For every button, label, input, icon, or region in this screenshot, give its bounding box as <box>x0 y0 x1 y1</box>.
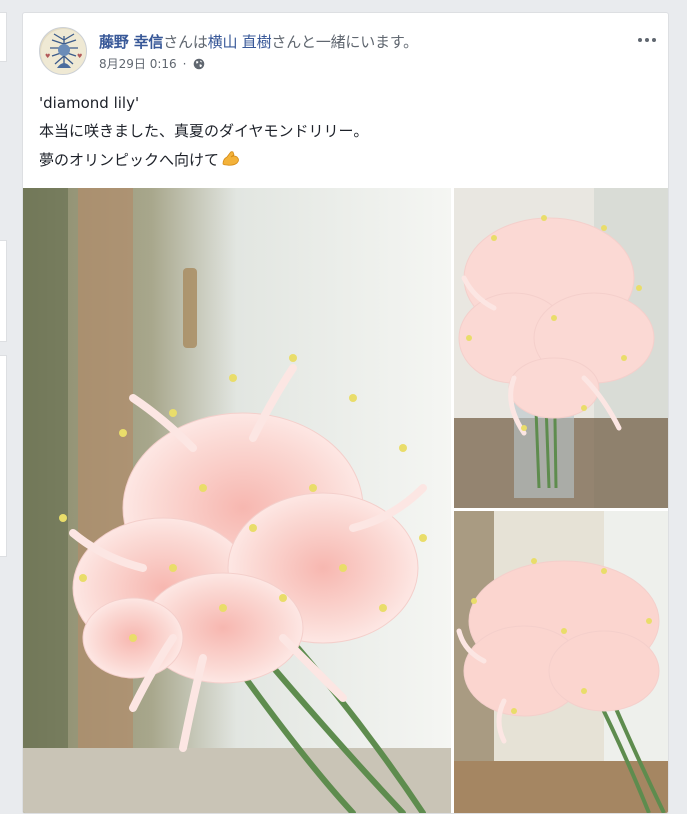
dot <box>645 38 649 42</box>
message-line-3: 夢のオリンピックへ向けて <box>39 149 649 172</box>
photo-grid <box>23 188 668 813</box>
left-column-card-edge <box>0 240 7 342</box>
more-options-icon[interactable] <box>636 35 658 45</box>
flexed-biceps-emoji <box>221 149 241 172</box>
with-suffix-text: さんと一緒にいます。 <box>271 33 418 51</box>
globe-icon[interactable] <box>193 58 205 70</box>
post-title-line: 藤野 幸信さんは横山 直樹さんと一緒にいます。 <box>99 31 418 52</box>
post-timestamp-link[interactable]: 8月29日 0:16 <box>99 55 177 72</box>
left-column-card-edge <box>0 355 7 557</box>
left-column-card-edge <box>0 12 7 62</box>
post-header: ♥ ♥ 藤野 幸信さんは横山 直樹さんと一緒にいます。 8月29日 0:16 · <box>23 13 668 83</box>
pink-nerine-lily-in-vase-photo <box>454 188 668 508</box>
message-line-1: 'diamond lily' <box>39 94 140 112</box>
pink-nerine-lily-closeup-photo <box>454 511 668 813</box>
message-line-3-text: 夢のオリンピックへ向けて <box>39 151 220 169</box>
photo-large[interactable] <box>23 188 451 813</box>
author-name-link[interactable]: 藤野 幸信 <box>99 33 163 51</box>
post-meta: 8月29日 0:16 · <box>99 55 205 72</box>
feed-post: ♥ ♥ 藤野 幸信さんは横山 直樹さんと一緒にいます。 8月29日 0:16 ·… <box>22 12 669 814</box>
separator-dot: · <box>182 56 187 71</box>
dot <box>652 38 656 42</box>
avatar-illustration-icon: ♥ ♥ <box>41 29 86 74</box>
tagged-person-link[interactable]: 横山 直樹 <box>208 33 272 51</box>
with-text: さんは <box>163 33 208 51</box>
pink-nerine-lily-photo-large <box>23 188 451 813</box>
svg-text:♥: ♥ <box>77 53 82 60</box>
photo-bottom-right[interactable] <box>454 511 668 813</box>
author-avatar[interactable]: ♥ ♥ <box>39 27 87 75</box>
dot <box>638 38 642 42</box>
post-message: 'diamond lily' 本当に咲きました、真夏のダイヤモンドリリー。 夢の… <box>39 93 649 180</box>
svg-text:♥: ♥ <box>45 53 50 60</box>
message-line-2: 本当に咲きました、真夏のダイヤモンドリリー。 <box>39 122 369 140</box>
photo-top-right[interactable] <box>454 188 668 508</box>
